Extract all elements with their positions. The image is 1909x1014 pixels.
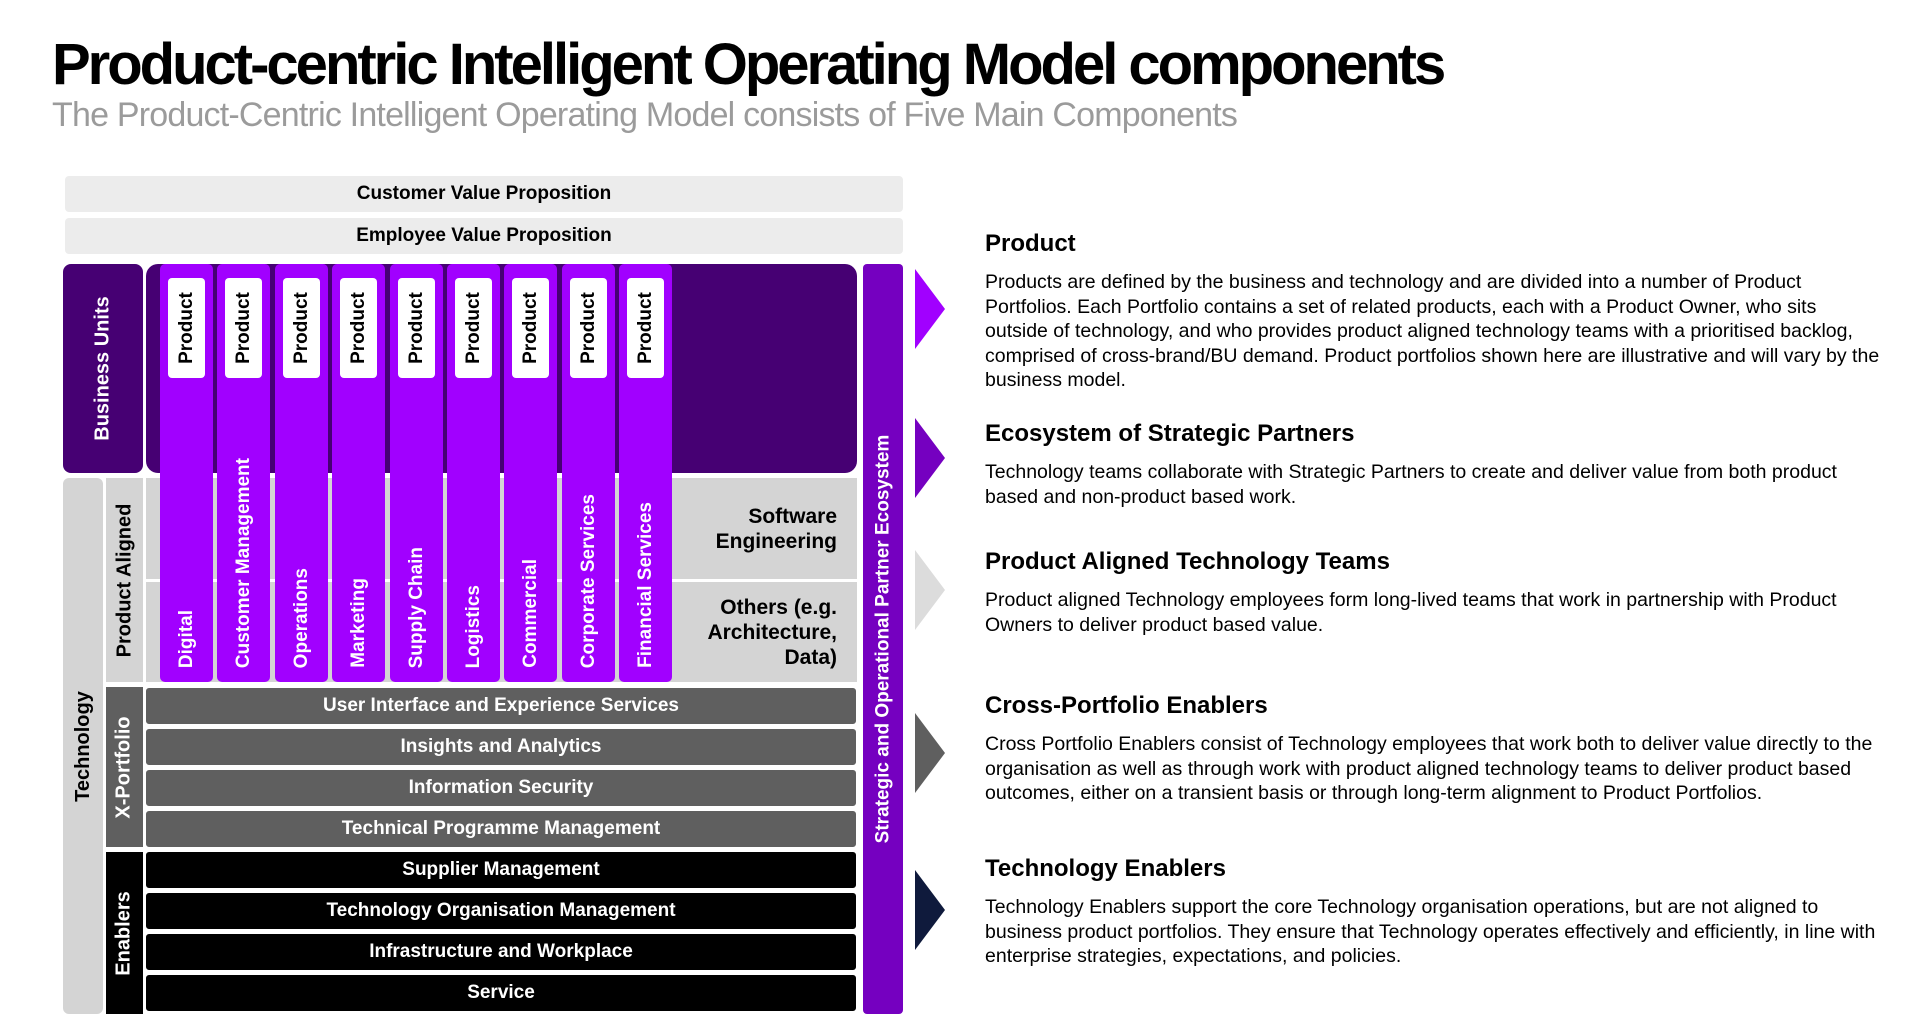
product-box: Product — [455, 278, 492, 378]
section-body: Technology teams collaborate with Strate… — [985, 461, 1837, 508]
portfolio-column: Product Logistics — [447, 264, 500, 682]
portfolio-column: Product Operations — [275, 264, 328, 682]
employee-value-bar: Employee Value Proposition — [65, 218, 903, 254]
section-heading: Product — [985, 230, 1076, 257]
technology-enablers-arrow-icon — [915, 870, 945, 950]
section-heading: Product Aligned Technology Teams — [985, 548, 1390, 575]
others-line-1: Others (e.g. — [720, 595, 837, 619]
section-body: Product aligned Technology employees for… — [985, 589, 1837, 636]
enablers-block: Enablers — [106, 852, 143, 1014]
x-portfolio-label: X-Portfolio — [113, 715, 135, 819]
others-line-2: Architecture, — [707, 620, 837, 644]
product-label: Product — [405, 292, 427, 364]
product-box: Product — [283, 278, 320, 378]
product-box: Product — [398, 278, 435, 378]
product-label: Product — [462, 292, 484, 364]
portfolio-label: Operations — [290, 567, 312, 668]
enabler-bar: Supplier Management — [144, 850, 858, 890]
product-label: Product — [634, 292, 656, 364]
section-body: Cross Portfolio Enablers consist of Tech… — [985, 733, 1873, 804]
portfolio-label: Corporate Services — [577, 493, 599, 668]
product-box: Product — [168, 278, 205, 378]
section-heading: Ecosystem of Strategic Partners — [985, 420, 1355, 447]
partner-ecosystem-label: Strategic and Operational Partner Ecosys… — [872, 434, 894, 844]
product-label: Product — [577, 292, 599, 364]
section-heading: Cross-Portfolio Enablers — [985, 692, 1268, 719]
enabler-bar: Service — [144, 973, 858, 1013]
section-cross-portfolio: Cross-Portfolio Enablers Cross Portfolio… — [985, 692, 1880, 806]
product-box: Product — [570, 278, 607, 378]
x-portfolio-bar: User Interface and Experience Services — [144, 686, 858, 726]
portfolio-label: Supply Chain — [405, 546, 427, 668]
portfolio-column: Product Commercial — [504, 264, 557, 682]
product-label: Product — [232, 292, 254, 364]
software-engineering-line-1: Software — [748, 504, 837, 528]
ecosystem-arrow-icon — [915, 418, 945, 498]
product-arrow-icon — [915, 269, 945, 349]
portfolio-column: Product Marketing — [332, 264, 385, 682]
product-label: Product — [519, 292, 541, 364]
product-box: Product — [340, 278, 377, 378]
product-aligned-label: Product Aligned — [113, 503, 136, 657]
product-aligned-arrow-icon — [915, 550, 945, 630]
product-box: Product — [627, 278, 664, 378]
x-portfolio-bar: Information Security — [144, 768, 858, 808]
portfolio-column: Product Corporate Services — [562, 264, 615, 682]
enabler-bar: Infrastructure and Workplace — [144, 932, 858, 972]
portfolio-column: Product Supply Chain — [390, 264, 443, 682]
portfolio-label: Financial Services — [634, 502, 656, 668]
portfolio-label: Customer Management — [232, 457, 254, 668]
section-body: Technology Enablers support the core Tec… — [985, 896, 1876, 967]
product-label: Product — [175, 292, 197, 364]
enabler-bar: Technology Organisation Management — [144, 891, 858, 931]
section-technology-enablers: Technology Enablers Technology Enablers … — [985, 855, 1880, 969]
portfolio-label: Commercial — [519, 559, 541, 668]
portfolio-label: Logistics — [462, 584, 484, 668]
partner-ecosystem-bar: Strategic and Operational Partner Ecosys… — [863, 264, 903, 1014]
section-ecosystem: Ecosystem of Strategic Partners Technolo… — [985, 420, 1880, 509]
portfolio-column: Product Customer Management — [217, 264, 270, 682]
x-portfolio-block: X-Portfolio — [106, 687, 143, 847]
product-aligned-block: Product Aligned — [106, 478, 143, 682]
technology-label: Technology — [71, 690, 94, 802]
page-title: Product-centric Intelligent Operating Mo… — [52, 32, 1446, 97]
business-units-label-block: Business Units — [63, 264, 143, 473]
cross-portfolio-arrow-icon — [915, 713, 945, 793]
portfolio-column: Product Digital — [160, 264, 213, 682]
enablers-label: Enablers — [113, 890, 136, 976]
x-portfolio-bar: Technical Programme Management — [144, 809, 858, 849]
software-engineering-line-2: Engineering — [715, 529, 837, 553]
portfolio-column: Product Financial Services — [619, 264, 672, 682]
section-product-aligned-teams: Product Aligned Technology Teams Product… — [985, 548, 1880, 637]
section-heading: Technology Enablers — [985, 855, 1226, 882]
section-product: Product Products are defined by the busi… — [985, 230, 1880, 393]
product-box: Product — [225, 278, 262, 378]
product-box: Product — [512, 278, 549, 378]
page-subtitle: The Product-Centric Intelligent Operatin… — [52, 96, 1238, 134]
product-label: Product — [290, 292, 312, 364]
portfolio-label: Digital — [175, 609, 197, 668]
technology-block: Technology — [63, 478, 103, 1014]
customer-value-bar: Customer Value Proposition — [65, 176, 903, 212]
portfolio-label: Marketing — [347, 578, 369, 668]
product-label: Product — [347, 292, 369, 364]
business-units-label: Business Units — [91, 296, 114, 441]
section-body: Products are defined by the business and… — [985, 271, 1880, 391]
x-portfolio-bar: Insights and Analytics — [144, 727, 858, 767]
others-line-3: Data) — [784, 645, 837, 669]
